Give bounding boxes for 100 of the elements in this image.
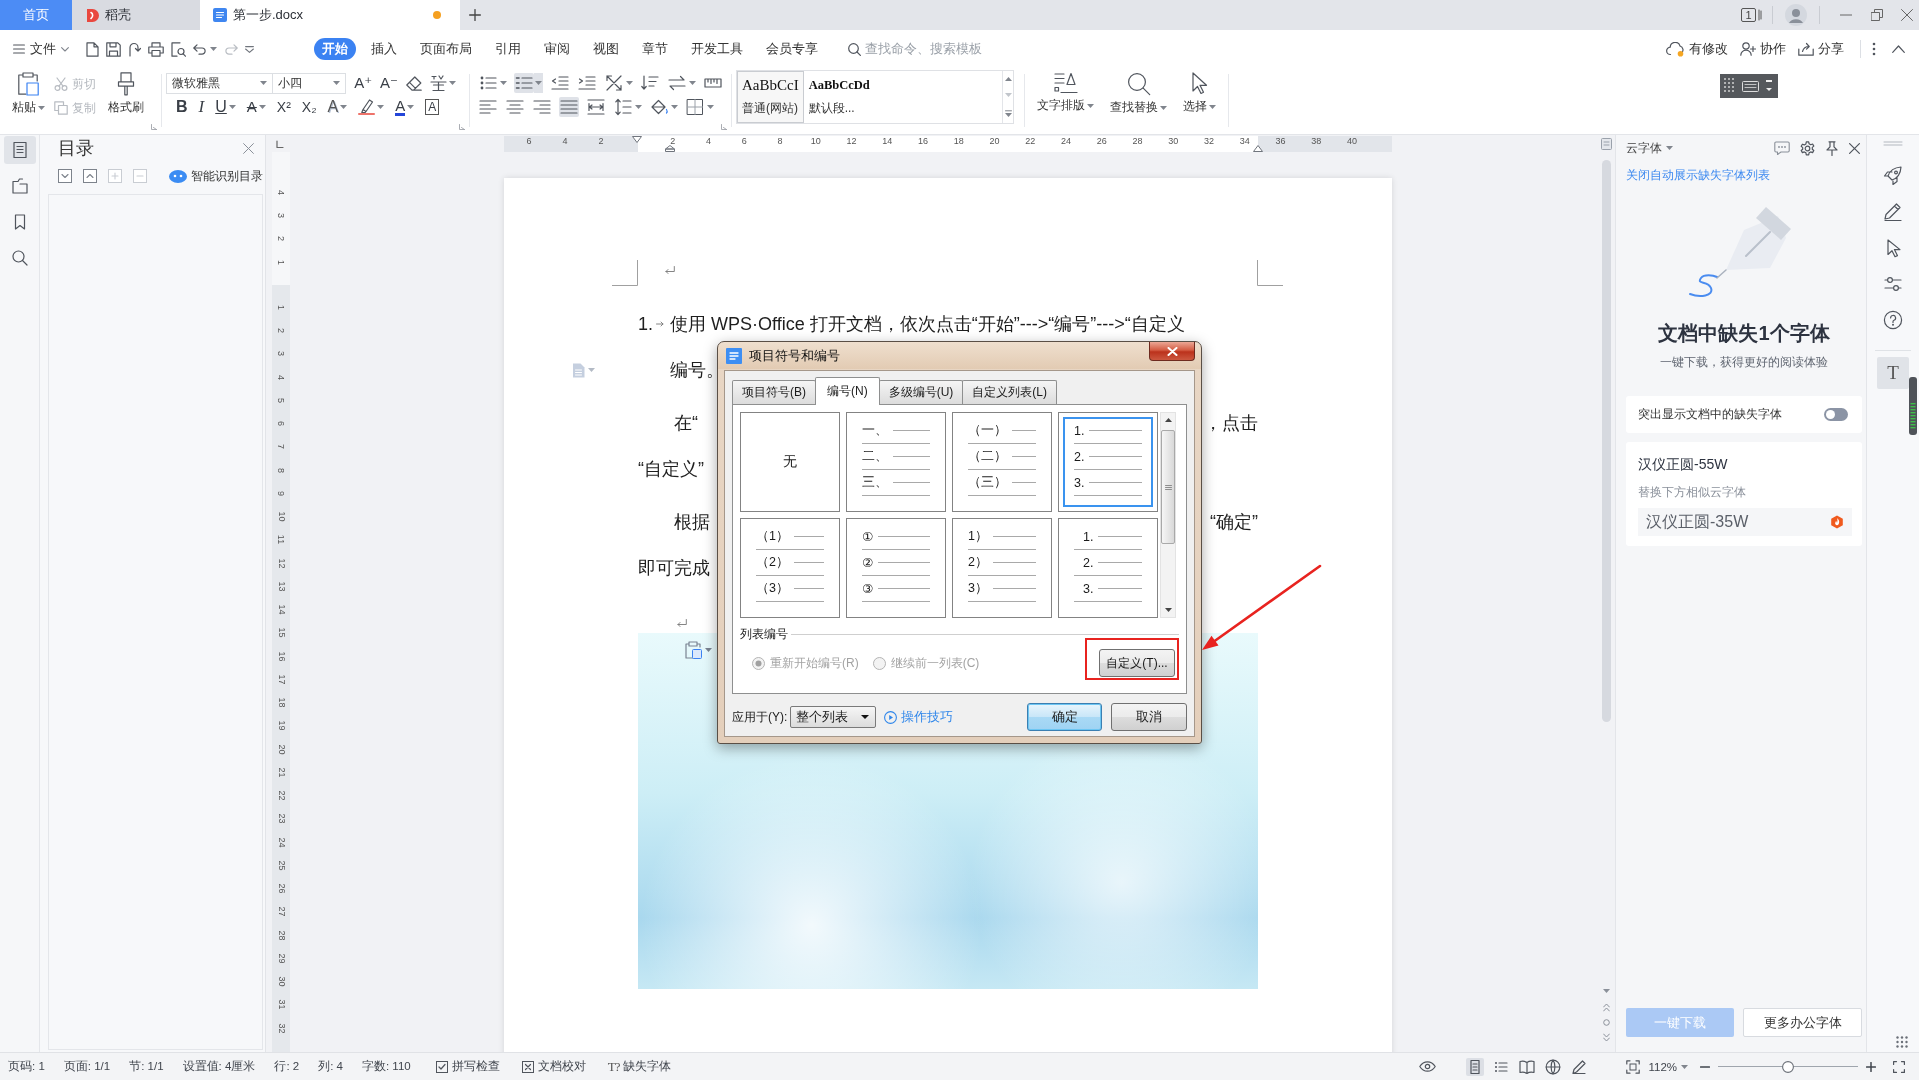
window-count-button[interactable]: 1	[1741, 8, 1756, 22]
fit-page-icon[interactable]	[1626, 1059, 1641, 1074]
save-icon[interactable]	[106, 41, 121, 57]
caret-icon[interactable]	[861, 715, 870, 719]
page-icon[interactable]	[1601, 138, 1612, 150]
search-icon[interactable]	[848, 42, 861, 56]
pin-icon[interactable]	[1825, 140, 1839, 156]
help-icon[interactable]	[1883, 310, 1903, 330]
numbering-style-option[interactable]: 1） 2） 3）	[952, 518, 1052, 618]
search-icon[interactable]	[1126, 72, 1151, 96]
select-button[interactable]: 选择	[1183, 70, 1216, 131]
format-painter-button[interactable]: 格式刷	[104, 70, 148, 131]
sync-status-button[interactable]: 有修改	[1666, 40, 1728, 58]
line-spacing-icon[interactable]	[613, 97, 633, 117]
undo-icon[interactable]	[193, 43, 207, 55]
ribbon-tab[interactable]: 开发工具	[683, 38, 751, 60]
new-tab-icon[interactable]	[469, 9, 481, 21]
numbering-style-option[interactable]: （一） （二） （三）	[952, 412, 1052, 512]
previous-page-icon[interactable]	[1603, 1003, 1610, 1012]
scroll-down-icon[interactable]	[1164, 608, 1172, 612]
pen-icon[interactable]	[1570, 1057, 1589, 1076]
full-screen-icon[interactable]	[1893, 1060, 1905, 1073]
numbering-style-option[interactable]: 1. 2. 3.	[1058, 412, 1158, 512]
eraser-icon[interactable]	[406, 75, 422, 91]
tab[interactable]: 第一步.docx	[200, 0, 460, 30]
dialog-tab[interactable]: 自定义列表(L)	[962, 380, 1057, 404]
numbering-style-option[interactable]: （1） （2） （3）	[740, 518, 840, 618]
proofread-button[interactable]: 文档校对	[521, 1059, 586, 1074]
next-page-icon[interactable]	[1603, 1033, 1610, 1042]
ribbon-tab[interactable]: 审阅	[536, 38, 578, 60]
search-icon[interactable]	[10, 249, 29, 267]
zoom-level-button[interactable]: 112%	[1648, 1060, 1688, 1073]
expand-all-icon[interactable]	[58, 169, 72, 183]
close-button[interactable]	[1149, 342, 1195, 361]
dialog-tab[interactable]: 多级编号(U)	[878, 380, 964, 404]
font-color-button[interactable]: A	[395, 98, 406, 116]
distribute-icon[interactable]	[586, 97, 606, 117]
collapse-ribbon-icon[interactable]	[1892, 45, 1905, 53]
restore-icon[interactable]	[1871, 9, 1883, 21]
panel-title-button[interactable]: 云字体	[1626, 139, 1673, 157]
rocket-icon[interactable]	[1883, 166, 1903, 186]
text-effect-button[interactable]: A	[327, 97, 339, 117]
scroll-thumb[interactable]	[1909, 377, 1917, 435]
ribbon-tab[interactable]: 插入	[363, 38, 405, 60]
drag-handle-icon[interactable]	[1883, 141, 1903, 146]
missing-font-button[interactable]: T? 缺失字体	[607, 1058, 672, 1075]
paste-button[interactable]: 粘贴	[8, 70, 48, 131]
pointer-icon[interactable]	[1191, 72, 1208, 95]
globe-icon[interactable]	[1544, 1057, 1563, 1076]
more-icon[interactable]	[1872, 42, 1876, 56]
ribbon-tab[interactable]: 开始	[314, 38, 356, 60]
document-icon[interactable]	[1466, 1057, 1485, 1076]
print-icon[interactable]	[148, 41, 164, 57]
highlighter-icon[interactable]	[358, 99, 376, 115]
text-layout-button[interactable]: 文字排版	[1037, 70, 1094, 131]
align-center-icon[interactable]	[505, 97, 525, 117]
new-document-icon[interactable]	[86, 41, 99, 57]
keyboard-icon[interactable]	[1720, 74, 1778, 98]
subscript-button[interactable]: X₂	[301, 97, 317, 117]
tab[interactable]: 稻壳	[72, 0, 200, 30]
ribbon-tab[interactable]: 视图	[585, 38, 627, 60]
more-fonts-button[interactable]: 更多办公字体	[1743, 1008, 1862, 1037]
bold-button[interactable]: B	[176, 97, 188, 117]
scroll-up-icon[interactable]	[1164, 418, 1172, 422]
close-icon[interactable]	[243, 142, 254, 154]
settings-icon[interactable]	[1800, 140, 1815, 156]
pen-icon[interactable]	[1883, 202, 1903, 222]
swap-arrows-icon[interactable]	[667, 73, 687, 93]
shrink-font-button[interactable]: A⁻	[380, 73, 398, 93]
numbering-style-option[interactable]: 1. 2. 3.	[1058, 518, 1158, 618]
zoom-in-icon[interactable]	[1866, 1061, 1876, 1072]
clipboard-icon[interactable]	[685, 641, 702, 659]
dialog-tab[interactable]: 项目符号(B)	[732, 380, 816, 404]
grow-font-button[interactable]: A⁺	[354, 73, 373, 93]
file-menu[interactable]: 文件	[13, 40, 69, 58]
text-tool-button[interactable]: T	[1877, 357, 1909, 389]
search-field[interactable]: 查找命令、搜索模板	[865, 42, 997, 56]
paint-bucket-icon[interactable]	[649, 97, 669, 117]
dialog-launcher-icon[interactable]	[721, 124, 727, 130]
more-styles-icon[interactable]	[1004, 109, 1012, 117]
chat-icon[interactable]	[1774, 141, 1790, 155]
spell-check-button[interactable]: 拼写检查	[435, 1059, 500, 1074]
ok-button[interactable]: 确定	[1027, 703, 1102, 731]
superscript-button[interactable]: X²	[276, 97, 291, 117]
font-name-field[interactable]: 微软雅黑	[166, 72, 274, 94]
collapse-all-icon[interactable]	[83, 169, 97, 183]
font-size-field[interactable]: 小四	[272, 72, 347, 94]
numbering-style-option[interactable]: 一、 二、 三、	[846, 412, 946, 512]
apply-to-dropdown[interactable]: 整个列表	[790, 706, 877, 728]
slider-thumb[interactable]	[1782, 1060, 1794, 1073]
numbering-icon[interactable]	[514, 73, 534, 93]
style-option[interactable]: AaBbCcDd 默认段...	[803, 71, 875, 123]
replacement-font-item[interactable]: 汉仪正圆-35W	[1638, 508, 1852, 536]
avatar-icon[interactable]	[1785, 4, 1807, 26]
text-lines-icon[interactable]	[1053, 72, 1078, 94]
scroll-up-icon[interactable]	[1004, 77, 1012, 82]
customize-button[interactable]: 自定义(T)...	[1099, 649, 1175, 677]
customize-icon[interactable]	[245, 45, 254, 53]
ribbon-tab[interactable]: 会员专享	[758, 38, 826, 60]
close-icon[interactable]	[1849, 142, 1860, 154]
